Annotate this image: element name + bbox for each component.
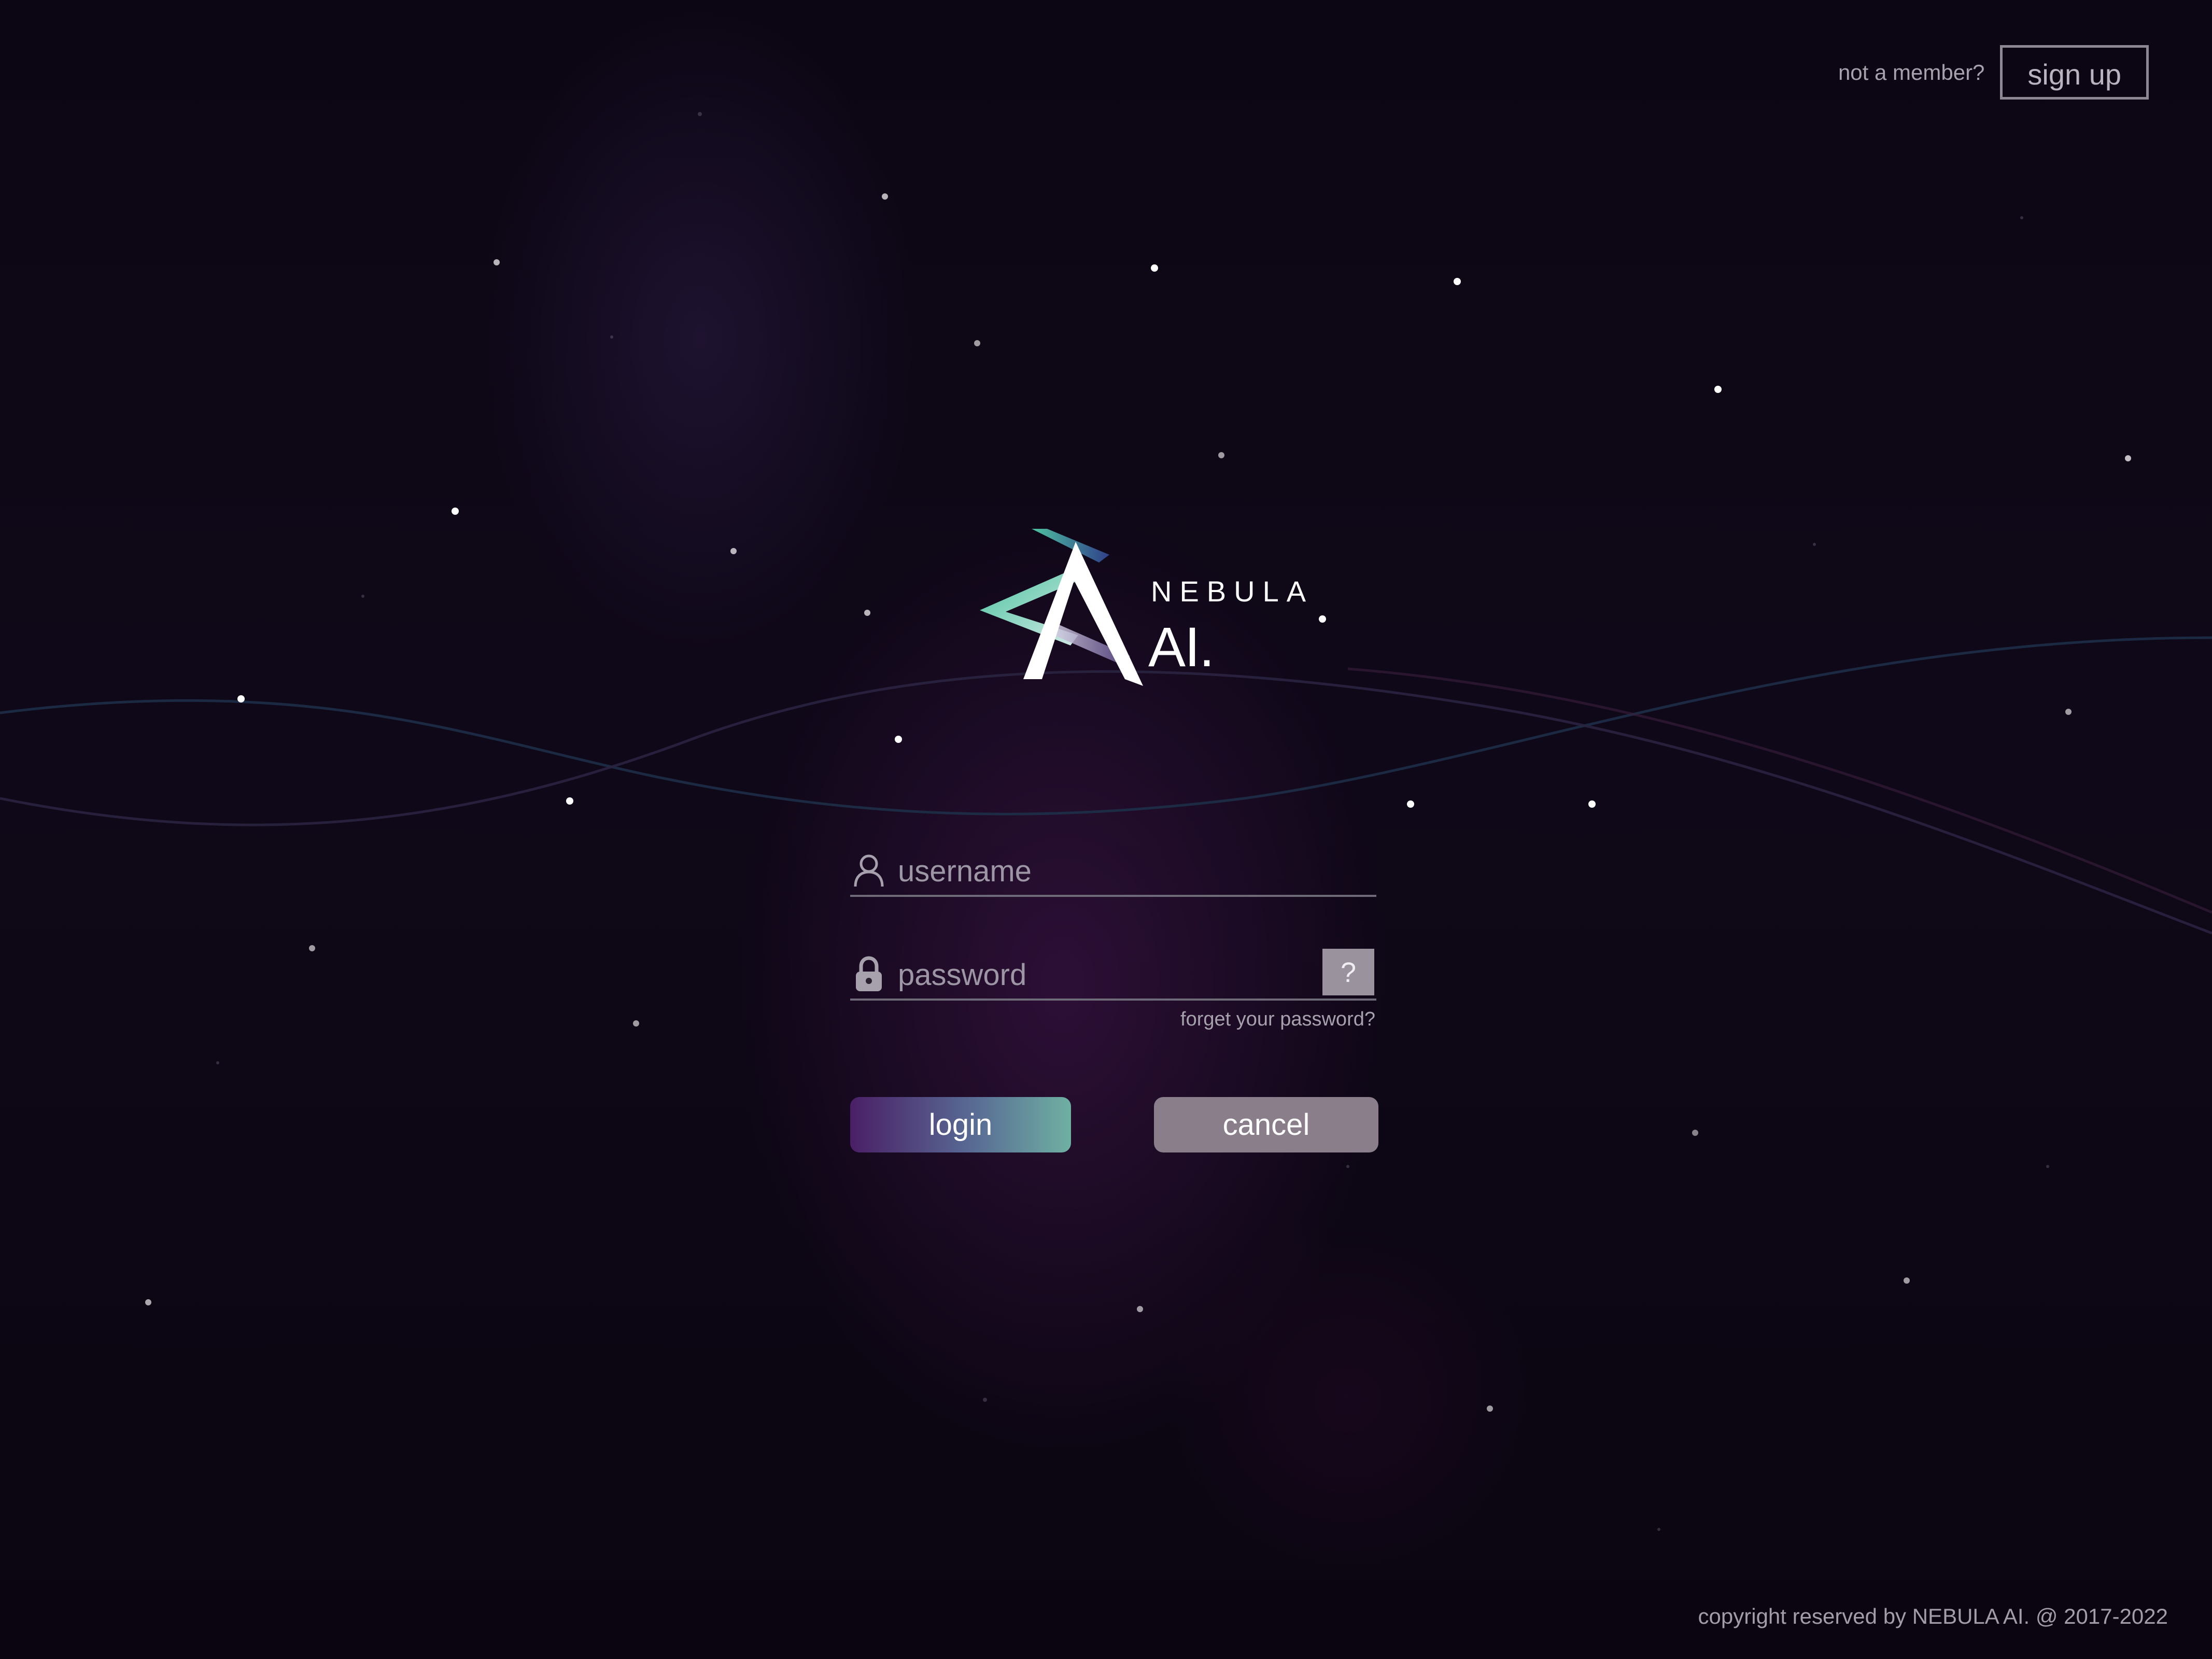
space-background [0, 112, 2212, 1531]
login-button[interactable]: login [850, 1097, 1071, 1152]
lock-icon [856, 956, 882, 991]
username-input[interactable] [898, 850, 1313, 892]
logo-brand-top: NEBULA [1151, 575, 1314, 608]
password-field: ? [850, 949, 1376, 1001]
signup-area: not a member? sign up [1838, 45, 2149, 100]
password-help-button[interactable]: ? [1322, 949, 1374, 995]
cancel-button[interactable]: cancel [1154, 1097, 1378, 1152]
nebula-logo-icon [980, 529, 1143, 686]
logo-brand-bottom: AI. [1148, 615, 1215, 678]
copyright-text: copyright reserved by NEBULA AI. @ 2017-… [1698, 1604, 2168, 1628]
password-input[interactable] [898, 954, 1313, 995]
username-field [850, 846, 1376, 897]
signup-button[interactable]: sign up [2000, 45, 2149, 100]
user-icon [854, 854, 884, 887]
stars [145, 193, 2131, 1412]
forgot-password-link[interactable]: forget your password? [1180, 1008, 1375, 1031]
faint-stars [216, 112, 2049, 1531]
not-member-text: not a member? [1838, 60, 1985, 85]
